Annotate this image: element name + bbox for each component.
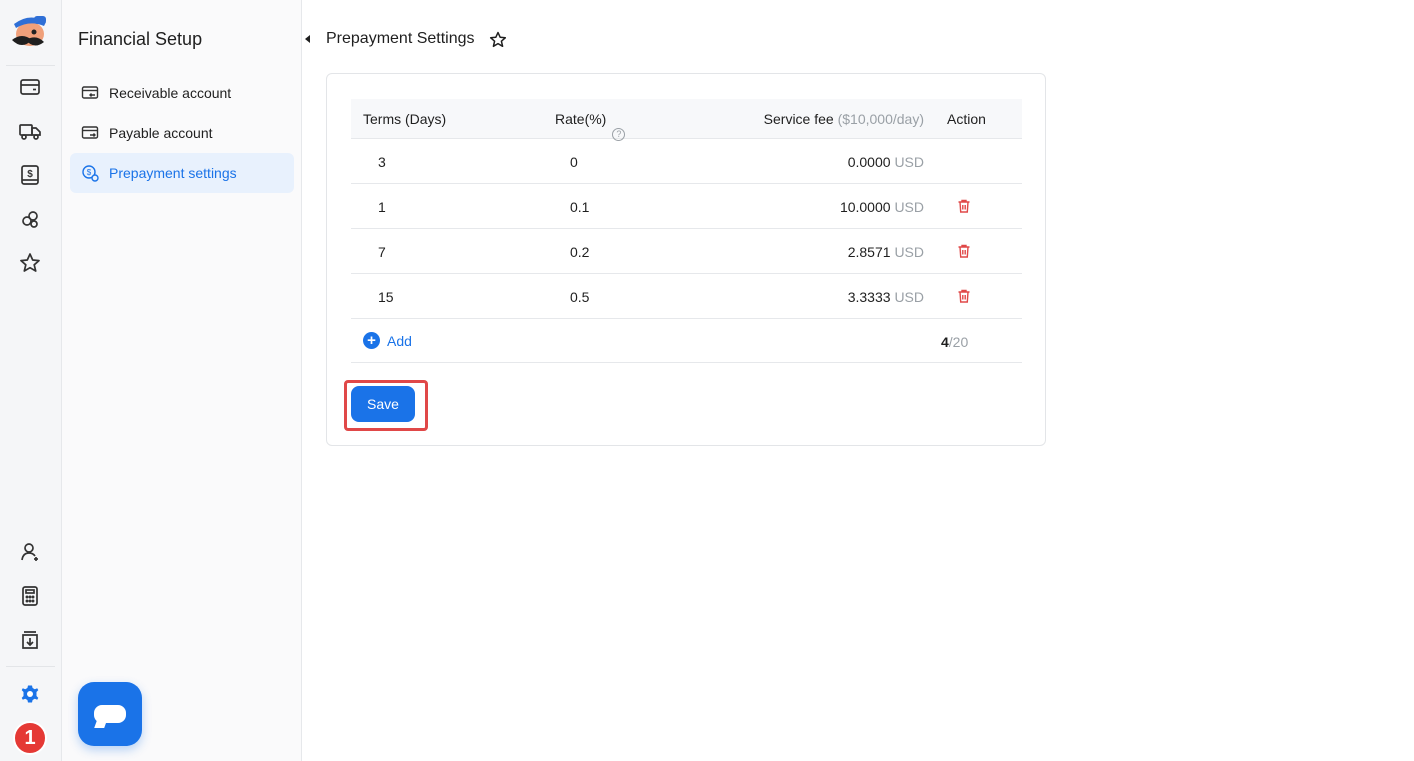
add-label: Add [387, 332, 412, 349]
user-add-icon[interactable] [16, 538, 44, 566]
col-fee-label: Service fee [763, 111, 834, 127]
chat-bubble-icon [94, 705, 126, 723]
sidebar-item-payable-account[interactable]: Payable account [70, 113, 294, 153]
download-doc-icon[interactable] [16, 626, 44, 654]
truck-icon[interactable] [16, 117, 44, 145]
col-rate-label: Rate(%) [555, 111, 607, 127]
cell-fee: 2.8571 USD [848, 244, 924, 260]
cell-rate[interactable]: 0.5 [570, 289, 589, 305]
payable-icon [80, 123, 100, 143]
prepayment-card: Terms (Days) Rate(%)? Service fee ($10,0… [326, 73, 1046, 446]
icon-rail: $ 1 [0, 0, 62, 761]
cell-terms[interactable]: 15 [378, 289, 394, 305]
rail-divider [6, 65, 55, 66]
delete-trash-icon[interactable] [956, 243, 972, 259]
fee-value: 2.8571 [847, 244, 891, 260]
table-row: 3 0 0.0000 USD [351, 139, 1022, 184]
delete-trash-icon[interactable] [956, 198, 972, 214]
receivable-icon [80, 83, 100, 103]
delete-trash-icon[interactable] [956, 288, 972, 304]
sidebar-title: Financial Setup [78, 29, 203, 49]
add-row: + Add 4/20 [351, 319, 1022, 363]
rail-divider [6, 666, 55, 667]
cell-rate[interactable]: 0.2 [570, 244, 589, 260]
add-button[interactable]: + Add [363, 332, 412, 349]
fee-value: 0.0000 [847, 154, 891, 170]
notification-badge[interactable]: 1 [13, 721, 47, 755]
wallet-icon[interactable] [16, 73, 44, 101]
users-icon[interactable] [16, 205, 44, 233]
cell-fee: 10.0000 USD [840, 199, 924, 215]
gear-icon[interactable] [16, 680, 44, 708]
counter-max: /20 [948, 334, 969, 350]
table-header: Terms (Days) Rate(%)? Service fee ($10,0… [351, 99, 1022, 141]
cell-terms[interactable]: 7 [378, 244, 386, 260]
page-title: Prepayment Settings [326, 30, 475, 47]
col-action: Action [947, 111, 986, 127]
table-row: 1 0.1 10.0000 USD [351, 184, 1022, 229]
star-icon[interactable] [16, 249, 44, 277]
col-service-fee: Service fee ($10,000/day) [764, 111, 924, 127]
settings-sidebar: Financial Setup Receivable account Payab… [62, 0, 302, 761]
fee-currency: USD [894, 199, 924, 215]
fee-value: 3.3333 [847, 289, 891, 305]
row-counter: 4/20 [941, 334, 968, 350]
sidebar-item-label: Prepayment settings [109, 165, 237, 181]
cell-fee: 0.0000 USD [848, 154, 924, 170]
cell-terms[interactable]: 3 [378, 154, 386, 170]
col-fee-unit: ($10,000/day) [837, 111, 924, 127]
prepayment-icon: $ [80, 163, 100, 183]
svg-text:$: $ [27, 169, 33, 180]
save-button[interactable]: Save [351, 386, 415, 422]
col-terms: Terms (Days) [363, 111, 447, 127]
fee-currency: USD [894, 289, 924, 305]
sidebar-item-receivable-account[interactable]: Receivable account [70, 73, 294, 113]
svg-text:$: $ [87, 168, 92, 177]
dollar-doc-icon[interactable]: $ [16, 161, 44, 189]
app-logo-icon[interactable] [8, 10, 52, 50]
fee-currency: USD [894, 244, 924, 260]
sidebar-item-label: Payable account [109, 125, 213, 141]
cell-rate[interactable]: 0 [570, 154, 578, 170]
collapse-sidebar-icon[interactable] [302, 32, 314, 46]
fee-currency: USD [894, 154, 924, 170]
cell-rate[interactable]: 0.1 [570, 199, 589, 215]
favorite-star-icon[interactable] [488, 30, 508, 50]
chat-support-button[interactable] [78, 682, 142, 746]
cell-terms[interactable]: 1 [378, 199, 386, 215]
cell-fee: 3.3333 USD [848, 289, 924, 305]
counter-current: 4 [941, 334, 949, 350]
table-row: 7 0.2 2.8571 USD [351, 229, 1022, 274]
calculator-icon[interactable] [16, 582, 44, 610]
col-rate: Rate(%)? [555, 111, 626, 141]
sidebar-item-prepayment-settings[interactable]: $ Prepayment settings [70, 153, 294, 193]
sidebar-item-label: Receivable account [109, 85, 232, 101]
table-row: 15 0.5 3.3333 USD [351, 274, 1022, 319]
fee-value: 10.0000 [839, 199, 891, 215]
plus-circle-icon: + [363, 332, 380, 349]
